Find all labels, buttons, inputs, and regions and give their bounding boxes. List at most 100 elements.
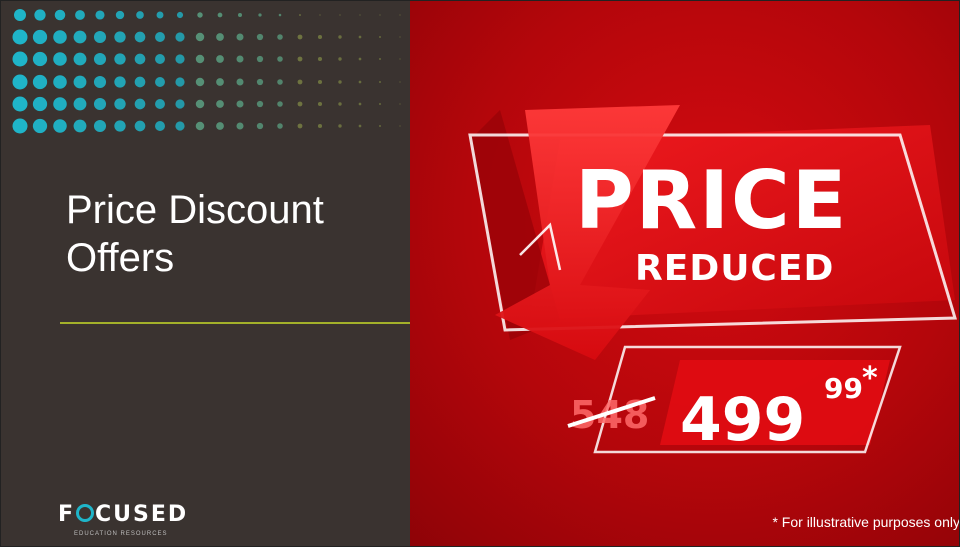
decorative-dot <box>114 120 126 132</box>
decorative-dot <box>338 57 342 61</box>
decorative-dot <box>197 12 203 18</box>
decorative-dot <box>277 123 283 129</box>
decorative-dot <box>156 11 164 19</box>
banner-subheadline: REDUCED <box>635 248 834 289</box>
decorative-dot <box>155 99 165 109</box>
new-price: 499 <box>680 385 805 455</box>
decorative-dot <box>12 74 28 90</box>
decorative-dot <box>256 100 264 108</box>
decorative-dot <box>358 57 362 61</box>
decorative-dot <box>297 79 303 85</box>
price-asterisk: * <box>862 361 878 396</box>
decorative-dot <box>134 53 146 65</box>
decorative-dot <box>53 97 67 111</box>
decorative-dot <box>12 118 28 134</box>
decorative-dot <box>73 119 87 133</box>
decorative-dot <box>12 51 28 67</box>
decorative-dot <box>379 125 381 127</box>
decorative-dot <box>277 56 283 62</box>
decorative-dot <box>155 121 165 131</box>
decorative-dot <box>236 122 244 130</box>
decorative-dot <box>195 121 205 131</box>
decorative-dot <box>93 30 107 44</box>
decorative-dot <box>258 13 262 17</box>
decorative-dot <box>379 103 381 105</box>
decorative-dot <box>256 55 264 63</box>
banner-headline: PRICE <box>575 154 848 247</box>
decorative-dot <box>32 96 48 112</box>
decorative-dot <box>75 10 85 20</box>
decorative-dot <box>93 97 107 111</box>
decorative-dot <box>297 34 303 40</box>
decorative-dot <box>317 101 323 107</box>
decorative-dot <box>358 35 362 39</box>
title-divider <box>60 322 410 324</box>
slide-title: Price Discount Offers <box>66 188 324 280</box>
decorative-dot <box>114 98 126 110</box>
logo-letter-f: F <box>58 502 76 527</box>
logo-tagline: EDUCATION RESOURCES <box>74 531 168 537</box>
decorative-dot <box>195 54 205 64</box>
decorative-dot <box>93 52 107 66</box>
decorative-dot-grid <box>12 9 401 134</box>
decorative-dot <box>32 118 48 134</box>
decorative-dot <box>299 14 301 16</box>
decorative-dot <box>73 30 87 44</box>
decorative-dot <box>73 97 87 111</box>
decorative-dot <box>195 77 205 87</box>
decorative-dot <box>359 14 361 16</box>
decorative-dot <box>399 14 401 16</box>
decorative-dot <box>54 9 66 21</box>
decorative-dot <box>399 36 401 38</box>
decorative-dot <box>32 29 48 45</box>
decorative-dot <box>53 52 67 66</box>
decorative-dot <box>12 96 28 112</box>
decorative-dot <box>317 123 323 129</box>
decorative-dot <box>338 102 342 106</box>
logo-wordmark: F CUSED <box>58 502 188 527</box>
decorative-dot <box>34 9 46 21</box>
decorative-dot <box>32 74 48 90</box>
decorative-dot <box>134 31 146 43</box>
decorative-dot <box>53 75 67 89</box>
decorative-dot <box>53 30 67 44</box>
decorative-dot <box>379 58 381 60</box>
decorative-dot <box>134 120 146 132</box>
decorative-dot <box>175 121 185 131</box>
decorative-dot <box>93 119 107 133</box>
decorative-dot <box>277 79 283 85</box>
decorative-dot <box>297 101 303 107</box>
decorative-dot <box>379 81 381 83</box>
decorative-dot <box>195 32 205 42</box>
decorative-dot <box>93 75 107 89</box>
decorative-dot <box>73 52 87 66</box>
decorative-dot <box>317 34 323 40</box>
decorative-dot <box>12 29 28 45</box>
decorative-dot <box>134 98 146 110</box>
decorative-dot <box>14 9 26 21</box>
decorative-dot <box>379 36 381 38</box>
decorative-dot <box>338 124 342 128</box>
decorative-dot <box>114 76 126 88</box>
decorative-dot <box>176 11 184 19</box>
decorative-dot <box>399 81 401 83</box>
decorative-dot <box>32 51 48 67</box>
decorative-dot <box>155 77 165 87</box>
decorative-dot <box>114 31 126 43</box>
decorative-dot <box>256 33 264 41</box>
decorative-dot <box>216 122 224 130</box>
decorative-dot <box>155 54 165 64</box>
decorative-dot <box>317 56 323 62</box>
decorative-dot <box>338 35 342 39</box>
price-reduced-artwork: PRICE REDUCED 548 499 99 * <box>468 105 958 455</box>
decorative-dot <box>297 123 303 129</box>
decorative-dot <box>236 78 244 86</box>
decorative-dot <box>339 14 341 16</box>
decorative-dot <box>319 14 321 16</box>
price-reduced-image: PRICE REDUCED 548 499 99 * * For illustr… <box>410 0 960 547</box>
decorative-dot <box>155 32 165 42</box>
decorative-dot <box>95 10 105 20</box>
decorative-dot <box>358 102 362 106</box>
decorative-dot <box>277 34 283 40</box>
decorative-dot <box>277 101 283 107</box>
